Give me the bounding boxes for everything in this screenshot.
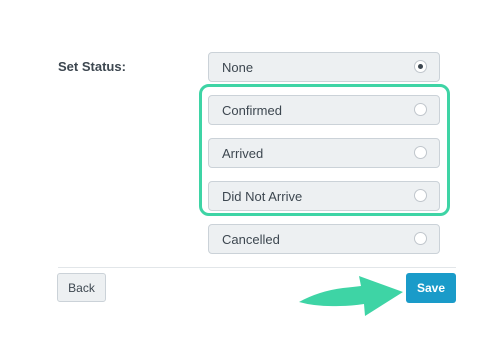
status-option-none[interactable]: None: [208, 52, 440, 82]
status-option-label: Cancelled: [222, 232, 280, 247]
radio-icon[interactable]: [414, 232, 427, 245]
status-option-label: None: [222, 60, 254, 75]
set-status-label: Set Status:: [58, 59, 126, 74]
curved-arrow-right-icon: [299, 276, 403, 316]
radio-selected-icon[interactable]: [414, 60, 427, 73]
options-highlight-box: [199, 84, 450, 216]
back-button[interactable]: Back: [57, 273, 106, 302]
save-button[interactable]: Save: [406, 273, 456, 303]
status-option-cancelled[interactable]: Cancelled: [208, 224, 440, 254]
